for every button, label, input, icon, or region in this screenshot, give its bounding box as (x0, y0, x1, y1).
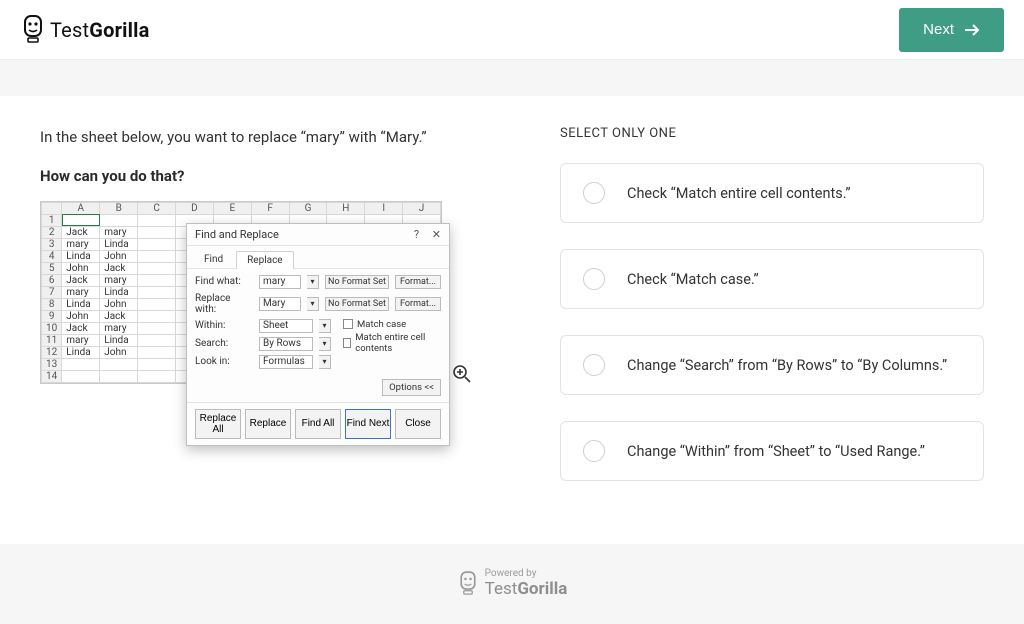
next-button[interactable]: Next (899, 8, 1004, 52)
footer-brand-bold: Gorilla (517, 579, 567, 599)
radio-icon (583, 440, 605, 462)
radio-icon (583, 354, 605, 376)
brand-name-bold: Gorilla (89, 18, 149, 42)
find-format-button[interactable]: Format... (395, 275, 441, 289)
brand-name: TestGorilla (50, 18, 149, 42)
answer-option-label: Check “Match case.” (627, 271, 759, 288)
next-button-label: Next (923, 21, 954, 38)
tab-replace[interactable]: Replace (236, 251, 294, 269)
find-replace-dialog: Find and Replace ? ✕ Find Replace Find w… (186, 223, 450, 446)
find-format-preview: No Format Set (325, 275, 389, 289)
answer-option-1[interactable]: Check “Match case.” (560, 249, 984, 309)
label-within: Within: (195, 320, 253, 331)
label-replace-with: Replace with: (195, 293, 253, 315)
question-prompt: In the sheet below, you want to replace … (40, 126, 500, 149)
input-find-what[interactable]: mary (259, 275, 301, 289)
answer-option-2[interactable]: Change “Search” from “By Rows” to “By Co… (560, 335, 984, 395)
dropdown-replace-history[interactable]: ▾ (307, 297, 319, 311)
label-find-what: Find what: (195, 276, 253, 287)
dialog-title-bar: Find and Replace ? ✕ (187, 224, 449, 246)
zoom-icon[interactable] (452, 364, 472, 388)
close-icon[interactable]: ✕ (432, 228, 441, 241)
dialog-title: Find and Replace (195, 228, 279, 241)
find-all-button[interactable]: Find All (295, 409, 341, 439)
top-bar: TestGorilla Next (0, 0, 1024, 60)
input-replace-with[interactable]: Mary (259, 297, 301, 311)
powered-by: Powered by TestGorilla (457, 569, 568, 599)
select-look-in[interactable]: Formulas (259, 355, 313, 369)
checkbox-match-entire[interactable]: Match entire cell contents (343, 332, 441, 354)
answer-option-label: Change “Within” from “Sheet” to “Used Ra… (627, 443, 925, 460)
footer-brand-light: Test (485, 579, 518, 599)
checkbox-match-entire-label: Match entire cell contents (355, 332, 441, 354)
dropdown-find-history[interactable]: ▾ (307, 275, 319, 289)
answer-option-0[interactable]: Check “Match entire cell contents.” (560, 163, 984, 223)
footer: Powered by TestGorilla (0, 544, 1024, 624)
content-area: In the sheet below, you want to replace … (0, 96, 1024, 544)
replace-all-button[interactable]: Replace All (195, 409, 241, 439)
dropdown-within-icon[interactable]: ▾ (319, 319, 331, 333)
select-search[interactable]: By Rows (259, 337, 313, 351)
label-search: Search: (195, 338, 253, 349)
answers-panel: SELECT ONLY ONE Check “Match entire cell… (560, 126, 984, 534)
checkbox-match-case-label: Match case (357, 319, 406, 330)
arrow-right-icon (964, 23, 980, 37)
powered-by-label: Powered by (485, 569, 568, 579)
spacer-band (0, 60, 1024, 96)
brand-logo: TestGorilla (20, 14, 149, 46)
radio-icon (583, 182, 605, 204)
dropdown-look-in-icon[interactable]: ▾ (319, 355, 331, 369)
help-icon[interactable]: ? (414, 228, 419, 241)
answer-option-3[interactable]: Change “Within” from “Sheet” to “Used Ra… (560, 421, 984, 481)
answer-instruction: SELECT ONLY ONE (560, 126, 984, 141)
replace-format-button[interactable]: Format... (395, 297, 441, 311)
question-bold-prompt: How can you do that? (40, 167, 500, 185)
dialog-tabs: Find Replace (187, 246, 449, 269)
label-look-in: Look in: (195, 356, 253, 367)
select-within[interactable]: Sheet (259, 319, 313, 333)
spreadsheet-figure: ABCDEFGHIJ12Jackmary3maryLinda4LindaJohn… (40, 201, 442, 384)
replace-button[interactable]: Replace (245, 409, 291, 439)
find-next-button[interactable]: Find Next (345, 409, 391, 439)
gorilla-icon (457, 570, 479, 598)
radio-icon (583, 268, 605, 290)
close-button[interactable]: Close (395, 409, 441, 439)
gorilla-icon (20, 14, 46, 46)
question-panel: In the sheet below, you want to replace … (40, 126, 500, 534)
replace-format-preview: No Format Set (325, 297, 389, 311)
answer-option-label: Change “Search” from “By Rows” to “By Co… (627, 357, 947, 374)
brand-name-light: Test (50, 18, 89, 42)
tab-find[interactable]: Find (193, 250, 234, 268)
answer-option-label: Check “Match entire cell contents.” (627, 185, 851, 202)
options-toggle-button[interactable]: Options << (382, 379, 441, 396)
checkbox-match-case[interactable]: Match case (343, 319, 441, 330)
dropdown-search-icon[interactable]: ▾ (319, 337, 331, 351)
